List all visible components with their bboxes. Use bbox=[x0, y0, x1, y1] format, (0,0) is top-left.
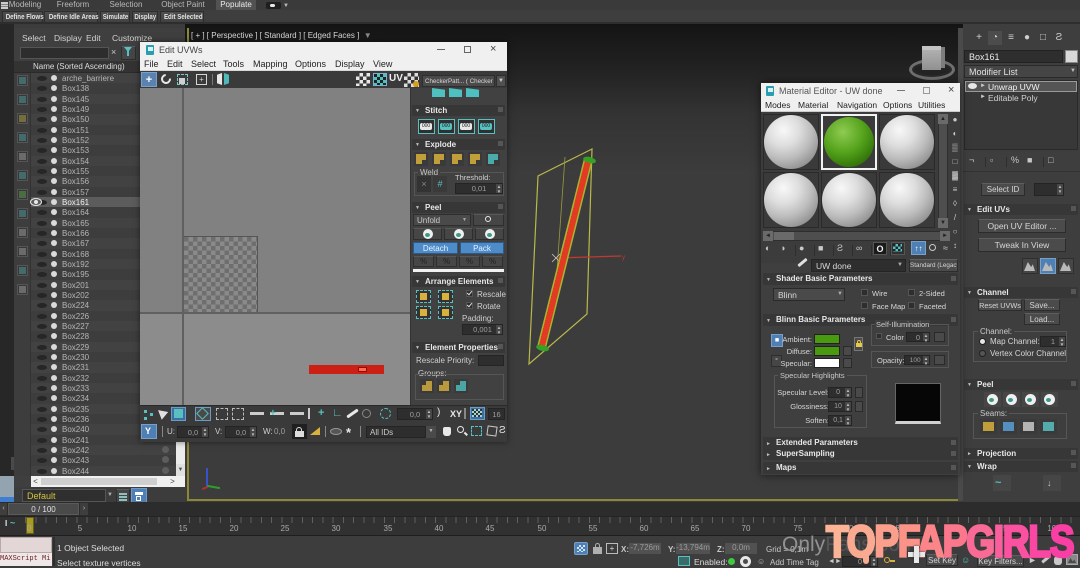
svg-text:y: y bbox=[622, 255, 625, 261]
